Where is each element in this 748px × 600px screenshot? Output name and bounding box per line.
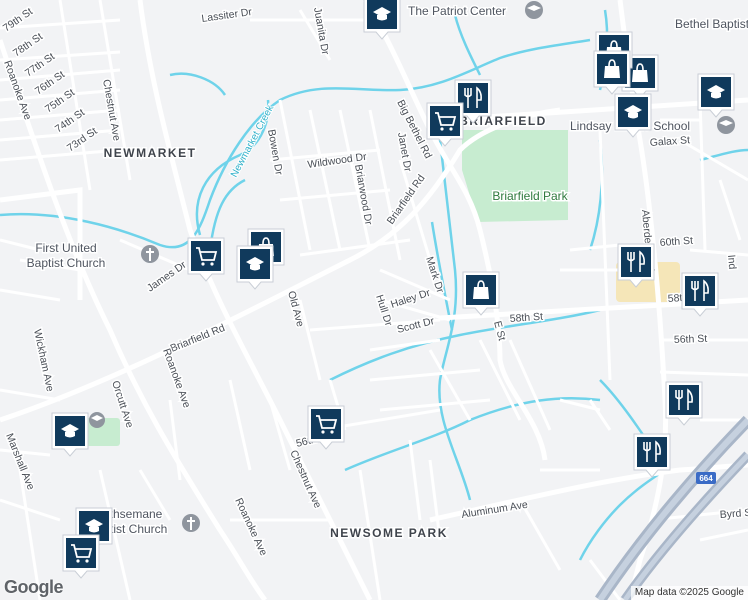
graduation-cap-icon <box>525 1 543 19</box>
graduation-cap-icon <box>717 116 735 134</box>
briarfield-park-area <box>462 130 568 222</box>
street-label-byrd: Byrd St <box>719 507 748 521</box>
street-label-58th-west: 58th St <box>509 311 543 325</box>
street-label-60th: 60th St <box>659 235 693 249</box>
map-attribution[interactable]: Map data ©2025 Google <box>630 586 748 600</box>
place-label-first-united-line2[interactable]: Baptist Church <box>25 255 107 272</box>
google-logo[interactable]: Google <box>4 577 64 598</box>
graduation-cap-icon <box>89 412 105 428</box>
route-shield: 664 <box>696 472 716 484</box>
map-svg: 664 NEWMARKET BRIARFIELD NEWSOME PARK Th… <box>0 0 748 600</box>
area-label-newmarket: NEWMARKET <box>104 146 197 160</box>
place-label-briarfield-park[interactable]: Briarfield Park <box>491 188 570 205</box>
map-canvas[interactable]: 664 NEWMARKET BRIARFIELD NEWSOME PARK Th… <box>0 0 748 600</box>
place-label-first-united-line1[interactable]: First United <box>34 240 98 257</box>
street-label-ind: Ind <box>725 254 738 270</box>
cross-icon <box>141 245 159 263</box>
place-label-patriot-center[interactable]: The Patriot Center <box>407 3 508 20</box>
route-shield-label: 664 <box>699 474 713 483</box>
cross-icon <box>182 514 200 532</box>
street-label-56th: 56th St <box>674 333 708 346</box>
place-label-bethel-baptist[interactable]: Bethel Baptist <box>674 16 748 33</box>
area-label-newsome-park: NEWSOME PARK <box>330 526 448 540</box>
